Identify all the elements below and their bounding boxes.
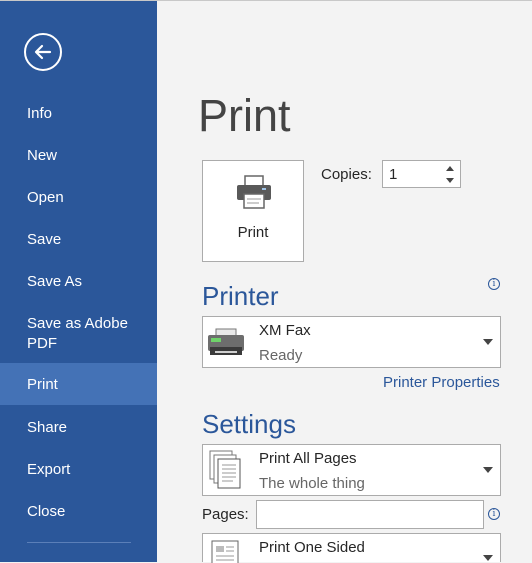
print-button-label: Print	[237, 224, 269, 241]
back-button[interactable]	[24, 33, 62, 71]
page-title: Print	[198, 90, 291, 141]
print-pages-description: The whole thing	[259, 475, 365, 492]
printer-properties-link[interactable]: Printer Properties	[383, 374, 500, 392]
copies-stepper[interactable]: 1	[382, 160, 461, 188]
pages-info-icon[interactable]: i	[488, 508, 500, 520]
printer-info-icon[interactable]: i	[488, 278, 500, 290]
pages-label: Pages:	[202, 506, 249, 523]
fax-printer-icon	[208, 328, 244, 355]
chevron-down-icon	[483, 339, 493, 345]
sided-option: Print One Sided	[259, 539, 365, 556]
sidebar-divider	[27, 542, 131, 543]
sidebar-item-print[interactable]: Print	[0, 363, 157, 405]
sidebar-item-new[interactable]: New	[0, 146, 157, 166]
sidebar-item-save[interactable]: Save	[0, 230, 157, 250]
printer-dropdown[interactable]: XM Fax Ready	[202, 316, 501, 368]
chevron-down-icon	[483, 467, 493, 473]
sidebar-item-save-as-adobe-pdf[interactable]: Save as Adobe PDF	[0, 314, 157, 354]
printer-name: XM Fax	[259, 322, 311, 339]
printer-status: Ready	[259, 347, 303, 364]
spin-up-icon[interactable]	[445, 164, 455, 173]
sidebar-item-close[interactable]: Close	[0, 502, 157, 522]
back-arrow-icon	[34, 44, 52, 60]
pages-stack-icon	[209, 450, 241, 489]
printer-heading: Printer	[202, 281, 279, 311]
copies-label: Copies:	[321, 166, 372, 183]
copies-value[interactable]: 1	[389, 167, 397, 183]
spin-down-icon[interactable]	[445, 176, 455, 185]
print-pages-dropdown[interactable]: Print All Pages The whole thing	[202, 444, 501, 496]
sidebar-item-save-as[interactable]: Save As	[0, 272, 157, 292]
sidebar-item-open[interactable]: Open	[0, 188, 157, 208]
chevron-down-icon	[483, 555, 493, 561]
backstage-sidebar: Info New Open Save Save As Save as Adobe…	[0, 1, 157, 562]
sidebar-item-share[interactable]: Share	[0, 418, 157, 438]
print-button[interactable]: Print	[202, 160, 304, 262]
sided-dropdown[interactable]: Print One Sided	[202, 533, 501, 563]
settings-heading: Settings	[202, 409, 296, 439]
one-sided-page-icon	[211, 540, 239, 563]
sidebar-item-export[interactable]: Export	[0, 460, 157, 480]
pages-input[interactable]	[256, 500, 484, 529]
print-pages-option: Print All Pages	[259, 450, 357, 467]
sidebar-item-info[interactable]: Info	[0, 104, 157, 124]
printer-icon	[237, 175, 271, 209]
